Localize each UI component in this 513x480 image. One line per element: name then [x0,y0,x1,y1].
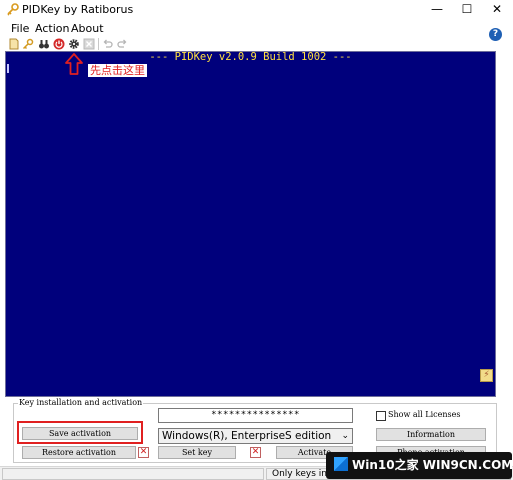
toolbar-separator [98,38,99,50]
menu-about[interactable]: About [71,22,104,35]
menu-bar: File Action About [0,20,513,37]
product-key-field[interactable]: *************** [158,408,353,423]
power-icon[interactable] [53,38,65,50]
chevron-down-icon: ⌄ [341,431,349,441]
undo-icon [103,39,113,48]
console-output: --- PIDKey v2.0.9 Build 1002 --- [5,51,496,397]
maximize-button[interactable]: ☐ [452,0,482,20]
set-key-button[interactable]: Set key [158,446,236,459]
clear-activation-icon[interactable]: ✕ [138,447,149,458]
save-activation-button[interactable]: Save activation [22,427,138,440]
minimize-button[interactable]: — [422,0,452,20]
show-all-licenses-checkbox[interactable] [376,411,386,421]
key-icon[interactable] [22,38,34,50]
redo-icon [117,39,127,48]
cancel-icon [83,38,95,50]
restore-activation-button[interactable]: Restore activation [22,446,136,459]
binoculars-icon[interactable] [38,38,50,50]
windows-logo-icon [334,457,348,471]
status-pane-left [2,468,264,480]
information-button[interactable]: Information [376,428,486,441]
edition-value: Windows(R), EnterpriseS edition [162,430,332,442]
new-document-icon[interactable] [8,38,20,50]
menu-action[interactable]: Action [35,22,69,35]
edition-select[interactable]: Windows(R), EnterpriseS edition ⌄ [158,428,353,444]
show-all-licenses-label: Show all Licenses [388,410,461,419]
up-arrow-icon [65,53,83,75]
watermark-text: Win10之家 WIN9CN.COM [352,458,513,472]
clear-key-icon[interactable]: ✕ [250,447,261,458]
annotation-label: 先点击这里 [88,64,147,77]
group-title: Key installation and activation [18,398,144,407]
watermark: Win10之家 WIN9CN.COM [326,452,513,479]
console-cursor [7,64,9,73]
key-app-icon [7,3,19,16]
lightning-icon[interactable]: ⚡ [480,369,493,382]
title-bar: PIDKey by Ratiborus — ☐ ✕ [0,0,513,20]
close-button[interactable]: ✕ [482,0,512,20]
gear-icon[interactable] [68,38,80,50]
toolbar [0,37,513,51]
menu-file[interactable]: File [11,22,29,35]
window-title: PIDKey by Ratiborus [22,3,134,16]
help-icon[interactable]: ? [489,28,502,41]
